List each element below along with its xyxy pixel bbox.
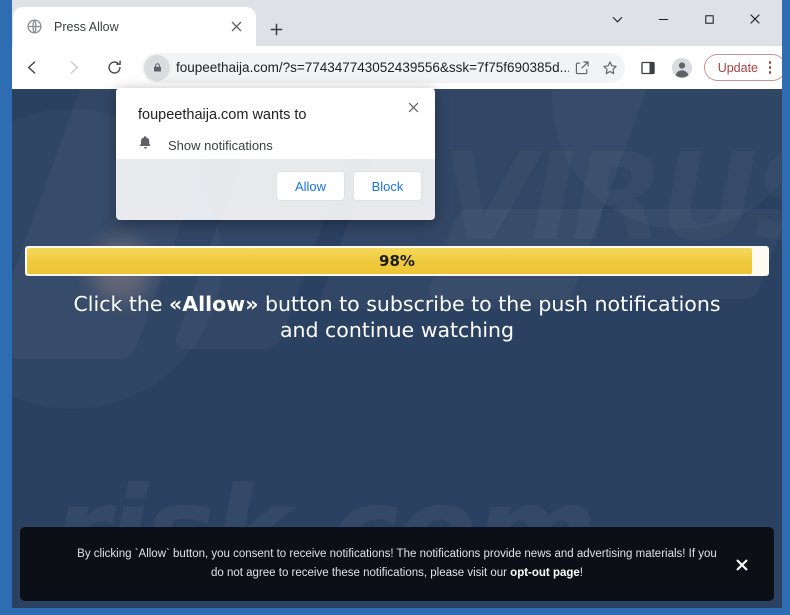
browser-toolbar: foupeethaija.com/?s=774347743052439556&s… — [0, 46, 790, 89]
headline-prefix: Click the — [73, 292, 170, 316]
globe-icon — [26, 18, 43, 35]
notification-permission-dialog: foupeethaija.com wants to Show notificat… — [116, 88, 435, 220]
consent-banner-close-icon[interactable] — [734, 557, 750, 573]
lock-icon[interactable] — [144, 54, 170, 81]
window-close-button[interactable] — [732, 0, 778, 38]
browser-tab-press-allow[interactable]: Press Allow — [13, 7, 256, 46]
consent-banner-text: By clicking `Allow` button, you consent … — [57, 545, 737, 583]
bell-icon — [138, 135, 153, 155]
headline-suffix: button to subscribe to the push notifica… — [258, 292, 721, 343]
progress-bar: 98% — [25, 246, 769, 276]
new-tab-button[interactable] — [264, 17, 288, 41]
dialog-close-icon[interactable] — [402, 96, 424, 118]
window-edge-left — [0, 0, 12, 46]
opt-out-page-link[interactable]: opt-out page — [510, 567, 580, 579]
window-edge-right-toolbar — [782, 46, 790, 89]
browser-window: Press Allow foupeethaija.com/?s=77434774… — [0, 0, 790, 615]
progress-bar-label: 98% — [379, 252, 415, 270]
reload-icon[interactable] — [99, 53, 129, 83]
window-maximize-button[interactable] — [686, 0, 732, 38]
window-menu-chevron-down-icon[interactable] — [594, 0, 640, 38]
dialog-title: foupeethaija.com wants to — [138, 107, 307, 123]
kebab-menu-icon[interactable] — [760, 58, 780, 78]
window-edge-right — [782, 0, 790, 46]
update-button-label: Update — [717, 60, 758, 75]
consent-text-part1: By clicking `Allow` button, you consent … — [77, 548, 717, 579]
consent-text-part2: ! — [579, 567, 583, 579]
share-icon[interactable] — [569, 55, 595, 81]
dialog-permission-row: Show notifications — [138, 135, 273, 155]
star-icon[interactable] — [597, 55, 623, 81]
allow-button[interactable]: Allow — [276, 171, 345, 201]
forward-arrow-icon — [58, 53, 88, 83]
page-headline: Click the «Allow» button to subscribe to… — [57, 291, 737, 343]
back-arrow-icon[interactable] — [17, 53, 47, 83]
headline-emphasis: «Allow» — [169, 292, 259, 316]
dialog-permission-label: Show notifications — [168, 137, 273, 153]
tab-title: Press Allow — [54, 19, 119, 34]
window-edge-left-toolbar — [0, 46, 12, 89]
block-button[interactable]: Block — [353, 171, 422, 201]
side-panel-icon[interactable] — [633, 53, 663, 83]
tab-strip: Press Allow — [0, 0, 790, 46]
tab-close-icon[interactable] — [226, 17, 246, 37]
update-button[interactable]: Update — [703, 54, 786, 81]
dialog-actions: Allow Block — [276, 171, 422, 201]
consent-banner: By clicking `Allow` button, you consent … — [20, 527, 774, 601]
address-bar-url-text: foupeethaija.com/?s=774347743052439556&s… — [176, 60, 569, 75]
window-minimize-button[interactable] — [640, 0, 686, 38]
profile-avatar-icon[interactable] — [667, 53, 697, 83]
address-bar[interactable]: foupeethaija.com/?s=774347743052439556&s… — [142, 52, 625, 83]
